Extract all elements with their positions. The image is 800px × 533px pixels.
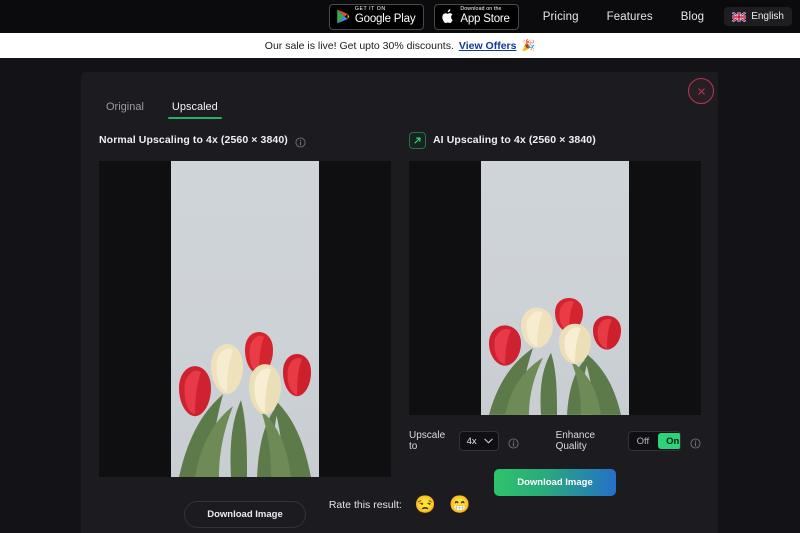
view-offers-link[interactable]: View Offers bbox=[459, 40, 517, 52]
party-popper-icon: 🎉 bbox=[521, 40, 536, 52]
nav-link-pricing[interactable]: Pricing bbox=[529, 11, 593, 23]
google-play-icon bbox=[336, 9, 350, 24]
app-store-small-label: Download on the bbox=[460, 6, 502, 13]
app-store-main-label: App Store bbox=[460, 13, 510, 26]
comparison-panels: Normal Upscaling to 4x (2560 × 3840) Dow… bbox=[99, 130, 701, 528]
google-play-main-label: Google Play bbox=[354, 13, 416, 26]
ai-upscale-title: AI Upscaling to 4x (2560 × 3840) bbox=[433, 134, 596, 146]
upscale-result-modal: Original Upscaled Normal Upscaling to 4x… bbox=[81, 72, 718, 533]
normal-upscale-header: Normal Upscaling to 4x (2560 × 3840) bbox=[99, 130, 391, 150]
info-icon[interactable] bbox=[508, 436, 519, 449]
nav-link-blog[interactable]: Blog bbox=[667, 11, 718, 23]
enhance-quality-label: Enhance Quality bbox=[555, 430, 596, 452]
expand-arrow-icon[interactable] bbox=[409, 131, 426, 149]
app-page: GET IT ON Google Play Download on the Ap… bbox=[0, 0, 800, 533]
nav-link-features[interactable]: Features bbox=[593, 11, 667, 23]
chevron-down-icon bbox=[484, 436, 493, 447]
tulip-bouquet-graphic bbox=[171, 331, 319, 477]
language-label: English bbox=[751, 11, 784, 22]
info-icon[interactable] bbox=[295, 135, 306, 148]
rate-this-result-label: Rate this result: bbox=[328, 498, 402, 511]
top-navigation-bar: GET IT ON Google Play Download on the Ap… bbox=[0, 0, 800, 33]
tulip-photo-ai bbox=[481, 161, 629, 415]
apple-icon bbox=[441, 9, 455, 25]
enhance-off-option[interactable]: Off bbox=[629, 432, 657, 450]
tulip-bouquet-graphic-ai bbox=[481, 298, 629, 415]
upscale-to-label: Upscale to bbox=[409, 430, 446, 452]
google-play-badge[interactable]: GET IT ON Google Play bbox=[328, 3, 425, 30]
tulip-photo bbox=[171, 161, 319, 477]
normal-upscale-preview[interactable] bbox=[99, 161, 391, 477]
sale-banner: Our sale is live! Get upto 30% discounts… bbox=[0, 33, 800, 58]
google-play-small-label: GET IT ON bbox=[354, 6, 386, 13]
tab-upscaled[interactable]: Upscaled bbox=[165, 98, 225, 119]
upscale-factor-value: 4x bbox=[466, 435, 477, 447]
language-selector[interactable]: English bbox=[724, 7, 792, 26]
ai-upscale-preview[interactable] bbox=[409, 161, 701, 415]
rating-row: Rate this result: 😒 😁 bbox=[81, 496, 718, 513]
sale-banner-text: Our sale is live! Get upto 30% discounts… bbox=[264, 39, 454, 52]
page-body: Original Upscaled Normal Upscaling to 4x… bbox=[0, 58, 800, 533]
ai-upscale-controls: Upscale to 4x Enhance Quality Off On bbox=[409, 430, 701, 452]
rating-sad-emoji[interactable]: 😒 bbox=[415, 496, 436, 513]
download-image-button-ai[interactable]: Download Image bbox=[494, 469, 616, 496]
normal-upscale-panel: Normal Upscaling to 4x (2560 × 3840) Dow… bbox=[99, 130, 391, 528]
upscale-factor-select[interactable]: 4x bbox=[458, 431, 499, 451]
ai-upscale-panel: AI Upscaling to 4x (2560 × 3840) Upscale… bbox=[409, 130, 701, 528]
ai-upscale-header: AI Upscaling to 4x (2560 × 3840) bbox=[409, 130, 701, 150]
enhance-on-option[interactable]: On bbox=[658, 433, 680, 449]
rating-happy-emoji[interactable]: 😁 bbox=[449, 496, 470, 513]
normal-upscale-title: Normal Upscaling to 4x (2560 × 3840) bbox=[99, 134, 288, 146]
tab-original[interactable]: Original bbox=[99, 98, 151, 119]
enhance-quality-toggle[interactable]: Off On bbox=[627, 431, 681, 451]
app-store-badge[interactable]: Download on the App Store bbox=[434, 3, 519, 30]
result-tabs: Original Upscaled bbox=[99, 98, 225, 119]
ai-download-row: Download Image bbox=[409, 469, 701, 496]
close-icon[interactable] bbox=[688, 78, 714, 104]
info-icon[interactable] bbox=[690, 436, 701, 449]
uk-flag-icon bbox=[732, 11, 747, 22]
